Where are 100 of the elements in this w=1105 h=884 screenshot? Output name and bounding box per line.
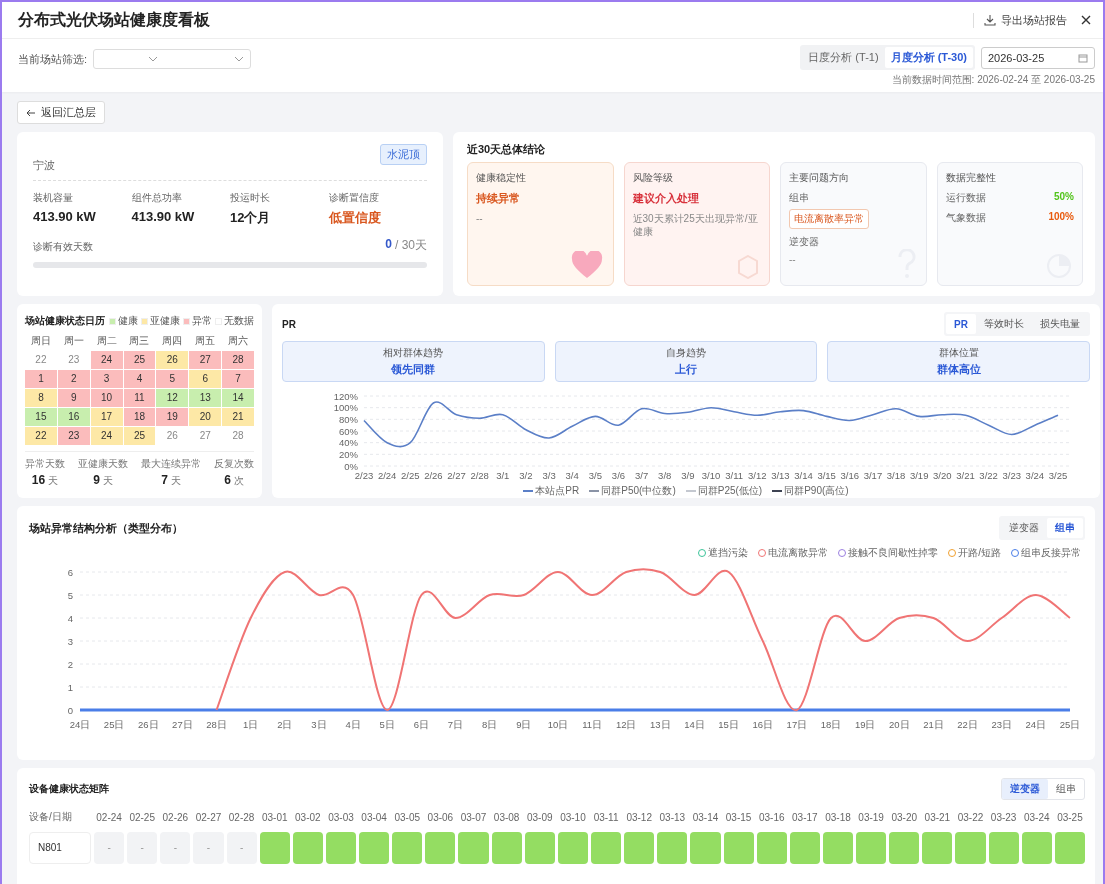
axis-label: 3/6: [611, 470, 626, 481]
stat-label: 异常天数: [25, 457, 65, 471]
metric-value: 413.90 kW: [131, 209, 196, 224]
axis-label: 25日: [1059, 719, 1081, 730]
column-header: 03-09: [526, 811, 554, 823]
axis-label: 3/17: [863, 470, 883, 481]
axis-label: 19日: [854, 719, 876, 730]
axis-label: 12日: [615, 719, 637, 730]
axis-label: 3/1: [496, 470, 510, 481]
axis-label: 5日: [379, 719, 395, 730]
metric-label: 组件总功率: [131, 191, 183, 205]
column-header: 02-27: [194, 811, 223, 823]
axis-label: 1日: [243, 719, 259, 730]
stat-label: 亚健康天数: [78, 457, 128, 471]
stat-unit: 天: [48, 474, 59, 488]
weekday-label: 周日: [30, 334, 53, 348]
section-title: 设备健康状态矩阵: [29, 782, 109, 796]
axis-label: 3/12: [748, 470, 767, 481]
axis-label: 4日: [345, 719, 361, 730]
axis-label: 40%: [339, 437, 358, 449]
axis-label: 3/22: [979, 470, 998, 481]
weekday-label: 周一: [63, 334, 86, 348]
valid-days-count: 0: [385, 237, 392, 253]
card-label: 主要问题方向: [789, 171, 849, 185]
column-header: 03-11: [592, 811, 620, 823]
summary-value: 领先同群: [391, 362, 436, 377]
stat-unit: 次: [233, 474, 244, 488]
section-title: PR: [282, 318, 296, 330]
legend-label: 开路/短路: [958, 546, 1001, 560]
axis-label: 15日: [718, 719, 739, 730]
column-header: 03-20: [890, 811, 919, 823]
axis-label: 60%: [339, 425, 358, 437]
axis-label: 7日: [447, 719, 464, 730]
axis-label: 2/26: [424, 470, 443, 481]
weekday-label: 周三: [128, 334, 151, 348]
axis-label: 18日: [820, 719, 842, 730]
axis-label: 2/23: [354, 470, 374, 481]
weekday-label: 周四: [161, 334, 184, 348]
stat-unit: 天: [102, 474, 113, 488]
axis-label: 3: [67, 635, 73, 647]
summary-value: 群体高位: [936, 362, 981, 377]
axis-label: 9日: [516, 719, 532, 730]
axis-label: 2日: [277, 719, 293, 730]
axis-label: 2/25: [401, 470, 420, 481]
stat-label: 反复次数: [214, 457, 254, 471]
column-header: 02-26: [161, 811, 190, 823]
stat-value: 6: [224, 473, 231, 487]
axis-label: 3/16: [840, 470, 860, 481]
column-header: 03-17: [791, 811, 819, 823]
axis-label: 3/21: [956, 470, 975, 481]
column-header: 03-10: [559, 811, 587, 823]
axis-label: 3/9: [681, 470, 695, 481]
axis-label: 3/7: [635, 470, 649, 481]
column-header: 03-25: [1056, 811, 1084, 823]
axis-label: 17日: [786, 719, 808, 730]
axis-label: 3/2: [519, 470, 533, 481]
column-header: 03-07: [459, 811, 488, 823]
axis-label: 3/15: [817, 470, 836, 481]
stat-value: 7: [161, 473, 168, 487]
legend-label: 组串反接异常: [1021, 546, 1081, 560]
summary-label: 相对群体趋势: [383, 346, 444, 360]
axis-label: 2: [67, 658, 73, 670]
axis-label: 2/24: [377, 470, 397, 481]
axis-label: 23日: [991, 719, 1012, 730]
axis-label: 13日: [650, 719, 671, 730]
section-title: 近30天总体结论: [467, 142, 547, 157]
stat-value: 16: [31, 473, 46, 487]
legend-label: 亚健康: [150, 314, 180, 328]
metric-value: 413.90 kW: [33, 209, 97, 224]
station-name: 宁波: [33, 158, 55, 173]
legend-label: 同群P90(高位): [784, 484, 849, 498]
legend-label: 遮挡污染: [708, 546, 749, 560]
axis-label: 3/24: [1025, 470, 1045, 481]
filter-label: 当前场站筛选:: [18, 51, 88, 67]
card-note: --: [476, 212, 483, 225]
column-header: 02-28: [227, 811, 256, 823]
summary-label: 自身趋势: [666, 346, 706, 360]
completeness-label: 气象数据: [945, 211, 986, 225]
axis-label: 1: [67, 681, 73, 693]
axis-label: 3/10: [701, 470, 721, 481]
axis-label: 6日: [413, 719, 430, 730]
axis-label: 3/4: [565, 470, 579, 481]
legend-label: 同群P25(低位): [697, 484, 763, 498]
axis-label: 28日: [206, 719, 227, 730]
column-header: 03-01: [260, 811, 289, 823]
date-range-note: 当前数据时间范围: 2026-02-24 至 2026-03-25: [891, 73, 1095, 87]
axis-label: 14日: [684, 719, 705, 730]
section-title: 场站异常结构分析（类型分布）: [29, 520, 183, 536]
column-header: 03-06: [426, 811, 455, 823]
axis-label: 20%: [339, 448, 358, 460]
device-name: N801: [29, 832, 91, 864]
legend-label: 电流离散异常: [768, 546, 829, 560]
stat-value: 9: [93, 473, 100, 487]
axis-label: 16日: [752, 719, 774, 730]
axis-label: 3/13: [771, 470, 790, 481]
column-header: 03-14: [691, 811, 720, 823]
axis-label: 26日: [138, 719, 159, 730]
axis-label: 3/5: [588, 470, 602, 481]
axis-label: 24日: [1025, 719, 1047, 730]
column-header: 02-24: [95, 811, 123, 823]
